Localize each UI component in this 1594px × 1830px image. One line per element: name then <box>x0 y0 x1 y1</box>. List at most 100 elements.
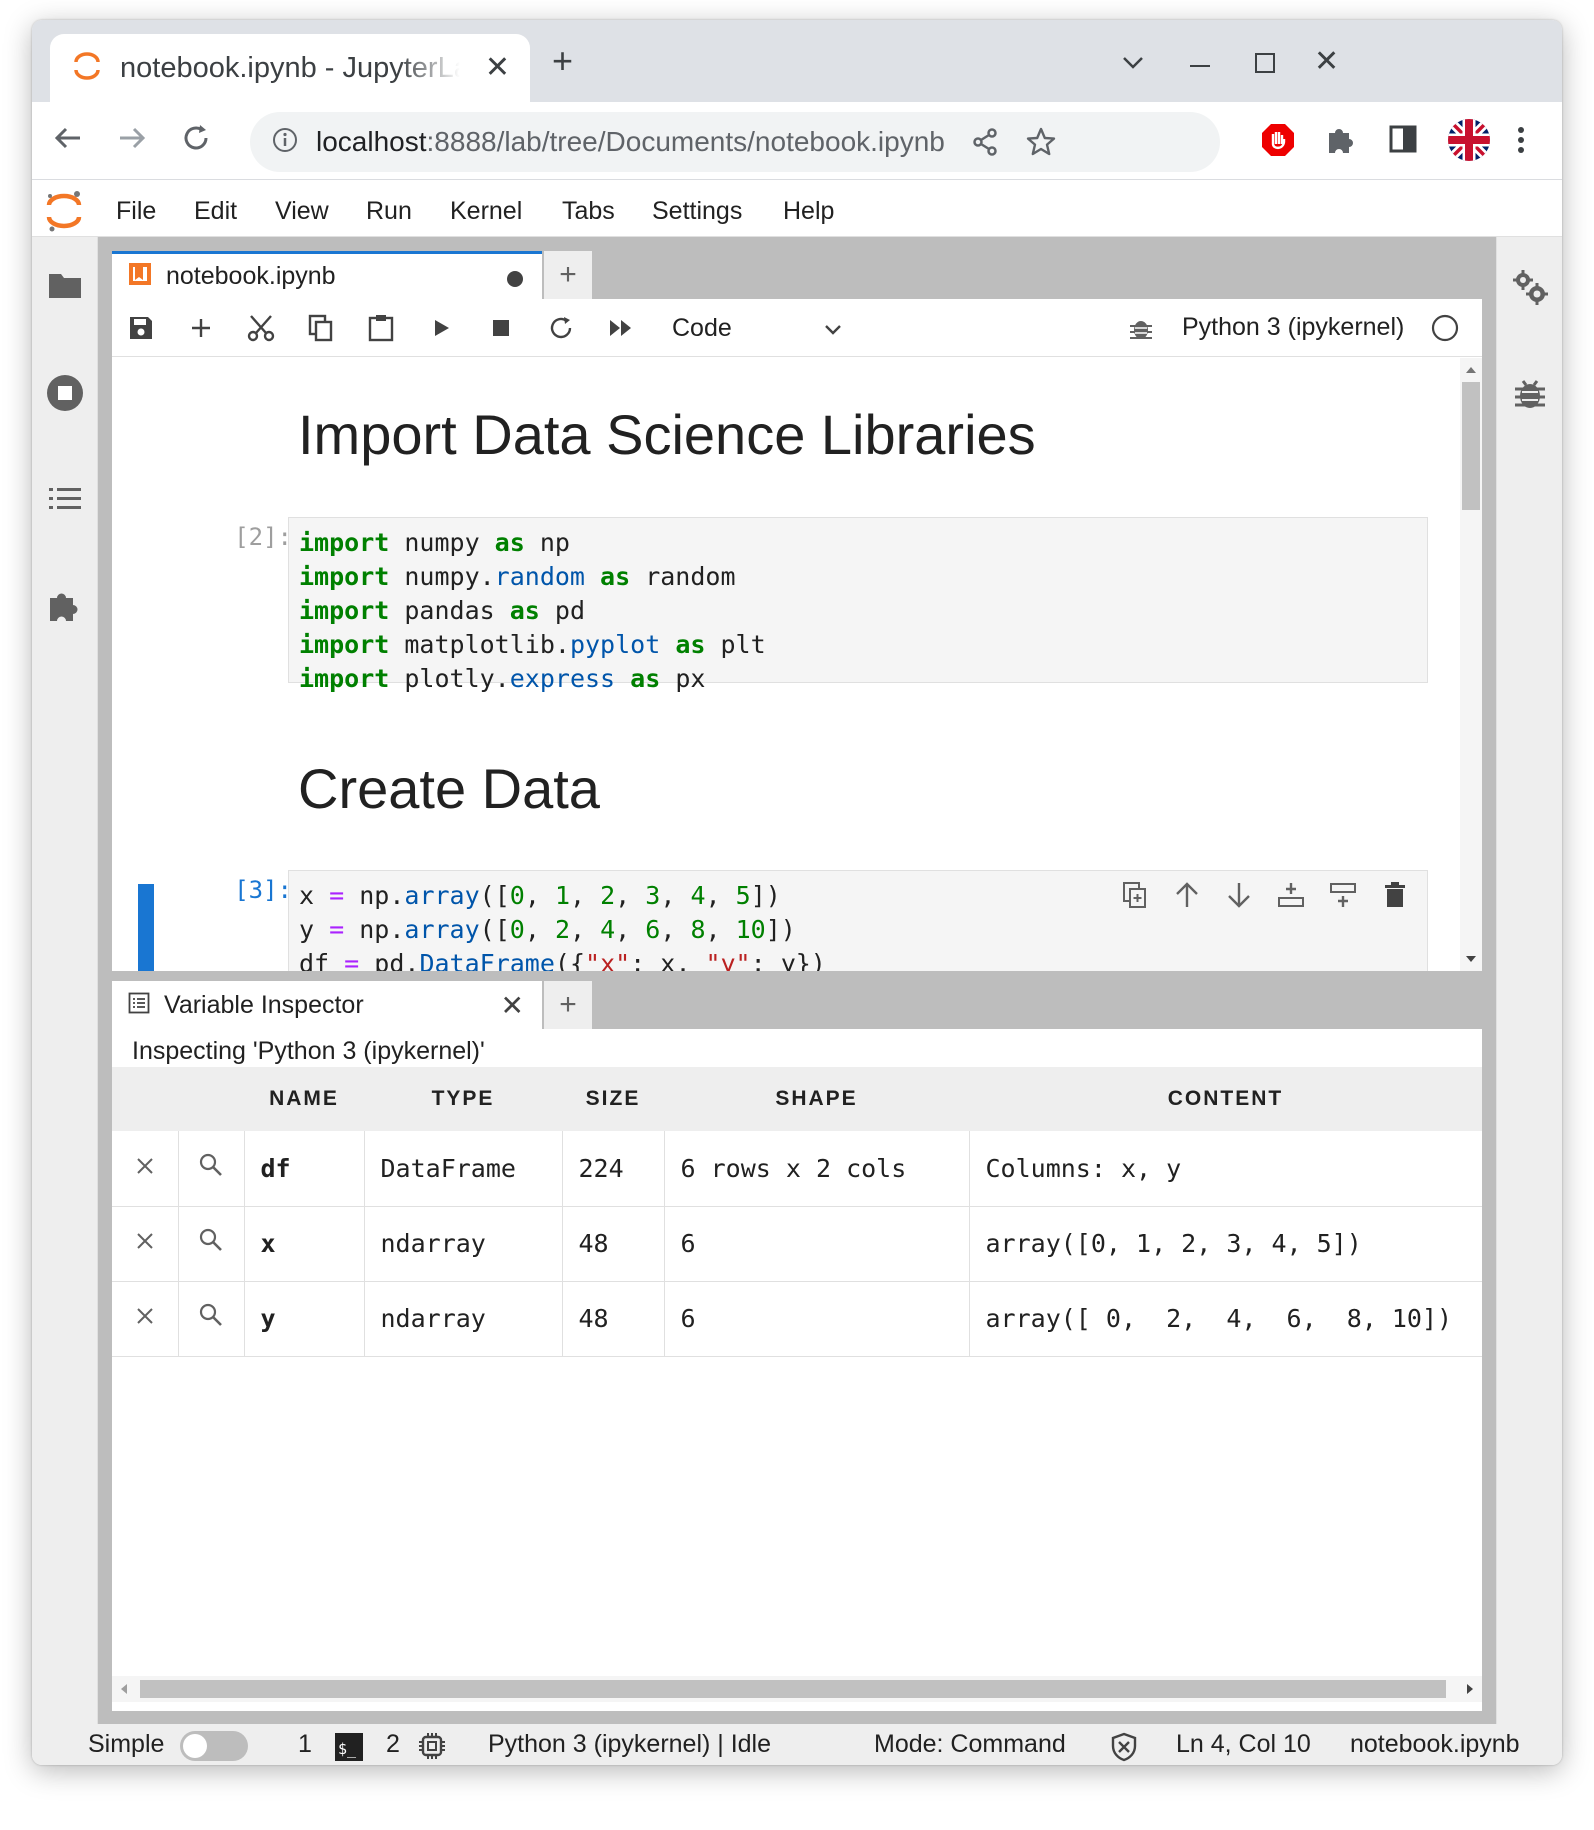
terminal-count[interactable]: 2 <box>386 1730 400 1759</box>
delete-variable-icon[interactable] <box>112 1281 179 1357</box>
chevron-down-icon[interactable] <box>1122 44 1144 78</box>
inspect-search-icon[interactable] <box>178 1281 245 1357</box>
run-icon[interactable] <box>426 313 456 343</box>
trusted-shield-icon[interactable] <box>1110 1732 1138 1765</box>
address-bar[interactable]: localhost:8888/lab/tree/Documents/notebo… <box>250 112 1220 172</box>
tab-notebook[interactable]: notebook.ipynb <box>112 251 542 299</box>
property-inspector-gears-icon[interactable] <box>1510 267 1550 307</box>
save-icon[interactable] <box>126 313 156 343</box>
tab-notebook-label: notebook.ipynb <box>166 262 336 290</box>
inspect-search-icon[interactable] <box>178 1131 245 1207</box>
kernel-name[interactable]: Python 3 (ipykernel) <box>1182 313 1404 342</box>
cell-type-select[interactable]: Code <box>672 310 842 346</box>
right-sidebar <box>1496 237 1562 1724</box>
menu-tabs[interactable]: Tabs <box>562 197 615 226</box>
maximize-icon[interactable] <box>1254 48 1276 82</box>
scrollbar-thumb[interactable] <box>140 1680 1446 1698</box>
notebook-scrollbar[interactable] <box>1460 358 1482 971</box>
cell-prompt: [2]: <box>234 523 292 551</box>
uk-flag-icon[interactable] <box>1447 118 1491 167</box>
duplicate-cell-icon[interactable] <box>1119 879 1151 911</box>
menu-run[interactable]: Run <box>366 197 412 226</box>
code-cell-create-data[interactable]: x = np.array([0, 1, 2, 3, 4, 5]) y = np.a… <box>288 870 1428 971</box>
move-down-icon[interactable] <box>1223 879 1255 911</box>
close-tab-icon[interactable]: ✕ <box>485 50 510 85</box>
browser-tab-title: notebook.ipynb - JupyterLab <box>120 51 460 84</box>
delete-cell-icon[interactable] <box>1379 879 1411 911</box>
stop-icon[interactable] <box>486 313 516 343</box>
var-size: 224 <box>562 1131 665 1207</box>
current-file: notebook.ipynb <box>1350 1730 1520 1758</box>
reload-icon[interactable] <box>180 122 212 161</box>
back-icon[interactable] <box>52 122 84 161</box>
insert-below-icon[interactable] <box>1275 879 1307 911</box>
kernel-status[interactable]: Python 3 (ipykernel) | Idle <box>488 1730 771 1759</box>
bookmark-star-icon[interactable] <box>1025 126 1057 163</box>
debugger-bug-icon[interactable] <box>1510 373 1550 413</box>
debugger-bug-icon[interactable] <box>1126 313 1156 343</box>
jupyter-favicon-icon <box>72 51 102 86</box>
cursor-position[interactable]: Ln 4, Col 10 <box>1176 1730 1311 1759</box>
insert-above-icon[interactable] <box>1327 879 1359 911</box>
main-dock: notebook.ipynb + Code Python 3 (ipykerne… <box>98 237 1496 1724</box>
side-panel-icon[interactable] <box>1388 124 1418 159</box>
insert-cell-icon[interactable] <box>186 313 216 343</box>
paste-icon[interactable] <box>366 313 396 343</box>
folder-icon[interactable] <box>45 265 85 305</box>
var-name: df <box>244 1131 365 1207</box>
menu-kernel[interactable]: Kernel <box>450 197 522 226</box>
column-header-content[interactable]: CONTENT <box>969 1067 1482 1131</box>
cell-toolbar <box>1119 879 1411 911</box>
terminal-icon[interactable]: $_ <box>334 1732 364 1765</box>
browser-tab[interactable]: notebook.ipynb - JupyterLab ✕ <box>50 34 530 102</box>
adblock-icon[interactable] <box>1260 122 1296 163</box>
header-delete <box>112 1067 178 1131</box>
unsaved-dot-icon[interactable] <box>506 270 524 293</box>
code-cell-imports[interactable]: import numpy as np import numpy.random as… <box>288 517 1428 693</box>
notebook-content[interactable]: Import Data Science Libraries [2]: impor… <box>112 358 1460 971</box>
kernel-chip-icon[interactable] <box>418 1732 446 1765</box>
forward-icon[interactable] <box>116 122 148 161</box>
delete-variable-icon[interactable] <box>112 1206 179 1282</box>
menu-view[interactable]: View <box>275 197 329 226</box>
restart-icon[interactable] <box>546 313 576 343</box>
new-launcher-button[interactable]: + <box>544 981 592 1029</box>
table-of-contents-icon[interactable] <box>45 479 85 519</box>
column-header-shape[interactable]: SHAPE <box>664 1067 969 1131</box>
kernel-count[interactable]: 1 <box>298 1730 312 1759</box>
variable-table: NAME TYPE SIZE SHAPE CONTENT df DataFram… <box>112 1067 1482 1357</box>
inspect-search-icon[interactable] <box>178 1206 245 1282</box>
markdown-heading: Import Data Science Libraries <box>298 403 1036 466</box>
menu-help[interactable]: Help <box>783 197 834 226</box>
kernel-status-idle-icon <box>1430 313 1460 343</box>
fast-forward-icon[interactable] <box>606 313 636 343</box>
scrollbar-thumb[interactable] <box>1462 382 1480 510</box>
menu-file[interactable]: File <box>116 197 156 226</box>
close-inspector-icon[interactable]: ✕ <box>501 989 524 1022</box>
simple-mode-toggle[interactable] <box>180 1731 248 1761</box>
info-icon[interactable] <box>272 127 298 158</box>
copy-icon[interactable] <box>306 313 336 343</box>
move-up-icon[interactable] <box>1171 879 1203 911</box>
cut-icon[interactable] <box>246 313 276 343</box>
running-stop-icon[interactable] <box>45 373 85 413</box>
column-header-size[interactable]: SIZE <box>562 1067 664 1131</box>
inspector-list-icon <box>128 992 150 1019</box>
column-header-type[interactable]: TYPE <box>364 1067 562 1131</box>
more-menu-icon[interactable] <box>1516 122 1526 163</box>
menu-edit[interactable]: Edit <box>194 197 237 226</box>
share-icon[interactable] <box>970 127 1000 162</box>
close-window-icon[interactable]: ✕ <box>1314 44 1339 79</box>
new-tab-icon[interactable]: + <box>552 40 573 82</box>
extensions-puzzle-icon[interactable] <box>1324 124 1356 161</box>
browser-toolbar: localhost:8888/lab/tree/Documents/notebo… <box>32 102 1562 180</box>
delete-variable-icon[interactable] <box>112 1131 179 1207</box>
column-header-name[interactable]: NAME <box>244 1067 364 1131</box>
svg-text:$_: $_ <box>338 1740 357 1758</box>
extension-manager-icon[interactable] <box>45 585 85 625</box>
new-launcher-button[interactable]: + <box>544 251 592 299</box>
tab-variable-inspector[interactable]: Variable Inspector ✕ <box>112 981 542 1029</box>
menu-settings[interactable]: Settings <box>652 197 742 226</box>
inspector-horizontal-scrollbar[interactable] <box>112 1676 1482 1702</box>
minimize-icon[interactable] <box>1188 44 1212 78</box>
